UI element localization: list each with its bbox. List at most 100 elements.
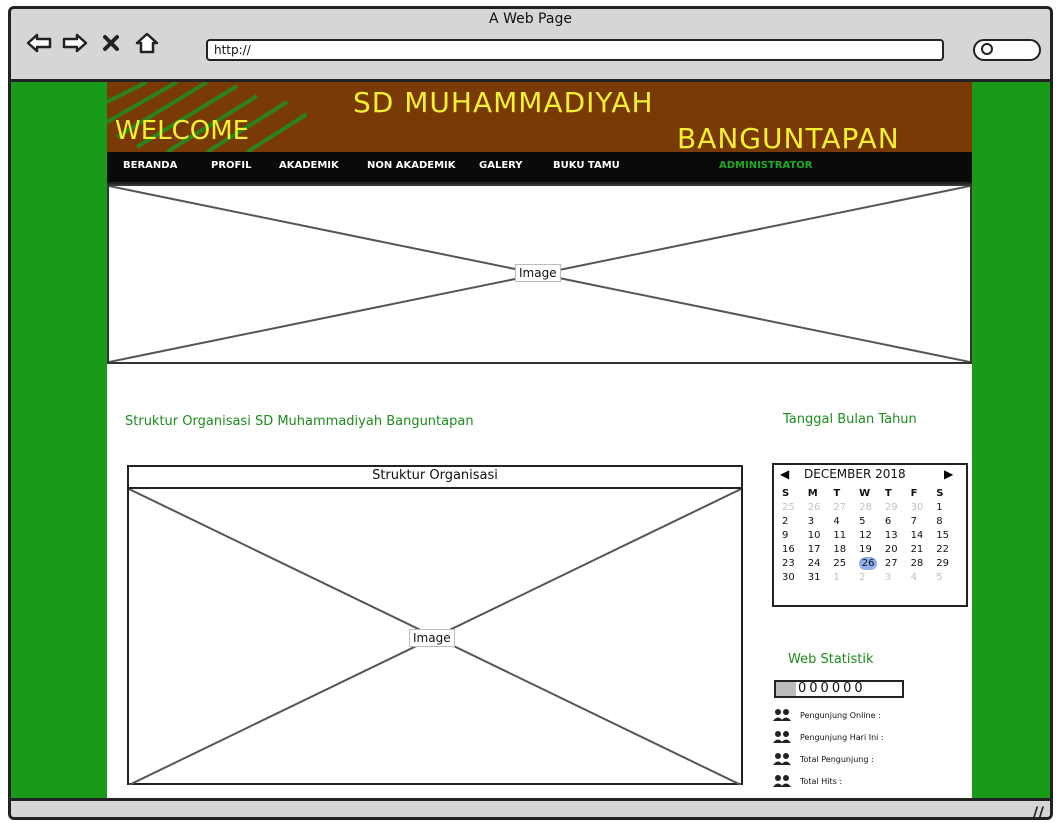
calendar-day[interactable]: 4 xyxy=(833,515,859,528)
calendar-day[interactable]: 29 xyxy=(936,557,962,570)
calendar-day[interactable]: 11 xyxy=(833,529,859,542)
page-viewport: SD MUHAMMADIYAH WELCOME BANGUNTAPAN BERA… xyxy=(11,82,1050,798)
resize-grip-icon[interactable]: // xyxy=(1032,803,1044,817)
people-icon xyxy=(772,774,792,788)
menu-akademik[interactable]: AKADEMIK xyxy=(279,160,339,171)
calendar-weekday: T xyxy=(833,488,841,499)
search-box[interactable] xyxy=(973,39,1041,61)
calendar-weekday: M xyxy=(807,488,818,499)
school-name-line1: SD MUHAMMADIYAH xyxy=(353,86,654,119)
calendar-day[interactable]: 26 xyxy=(808,501,834,514)
org-image-label: Image xyxy=(409,629,455,647)
calendar-header: ◀ DECEMBER 2018 ▶ xyxy=(774,465,966,485)
calendar-day[interactable]: 30 xyxy=(782,571,808,584)
calendar-day[interactable]: 13 xyxy=(885,529,911,542)
calendar-day[interactable]: 5 xyxy=(859,515,885,528)
menu-galery[interactable]: GALERY xyxy=(479,160,523,171)
window-title: A Web Page xyxy=(489,11,572,27)
calendar-day[interactable]: 30 xyxy=(911,501,937,514)
calendar-day[interactable]: 24 xyxy=(808,557,834,570)
calendar-day[interactable]: 17 xyxy=(808,543,834,556)
calendar-day[interactable]: 2 xyxy=(782,515,808,528)
people-icon xyxy=(772,730,792,744)
stat-total-visitors: Total Pengunjung : xyxy=(772,752,874,766)
stop-icon[interactable] xyxy=(97,29,125,57)
calendar-grid: S M T W T F S 25 26 27 28 29 30 1 2 3 4 5 6 7 8 9 10 11 12 13 14 15… xyxy=(782,487,962,584)
date-title: Tanggal Bulan Tahun xyxy=(783,412,917,427)
calendar-day[interactable]: 16 xyxy=(782,543,808,556)
calendar-day[interactable]: 3 xyxy=(808,515,834,528)
calendar-day[interactable]: 27 xyxy=(833,501,859,514)
banner-image-label: Image xyxy=(515,264,561,282)
stat-total-hits: Total Hits : xyxy=(772,774,842,788)
calendar-weekday: S xyxy=(782,488,790,499)
web-page: SD MUHAMMADIYAH WELCOME BANGUNTAPAN BERA… xyxy=(107,82,972,798)
calendar-day[interactable]: 12 xyxy=(859,529,885,542)
calendar-day[interactable]: 7 xyxy=(911,515,937,528)
home-icon[interactable] xyxy=(133,29,161,57)
stat-label: Total Hits : xyxy=(800,776,843,786)
main-menu: BERANDA PROFIL AKADEMIK NON AKADEMIK GAL… xyxy=(107,152,972,184)
calendar-day[interactable]: 1 xyxy=(833,571,859,584)
counter-digits: 000000 xyxy=(798,681,866,696)
welcome-text: WELCOME xyxy=(115,116,250,146)
calendar-day[interactable]: 6 xyxy=(885,515,911,528)
calendar-widget: ◀ DECEMBER 2018 ▶ S M T W T F S 25 26 27 28 29 30 1 2 3… xyxy=(772,463,968,607)
menu-administrator[interactable]: ADMINISTRATOR xyxy=(719,160,813,171)
calendar-day[interactable]: 1 xyxy=(936,501,962,514)
calendar-weekday: S xyxy=(936,488,944,499)
people-icon xyxy=(772,752,792,766)
calendar-day[interactable]: 27 xyxy=(885,557,911,570)
site-header: SD MUHAMMADIYAH WELCOME BANGUNTAPAN xyxy=(107,82,972,152)
calendar-day[interactable]: 22 xyxy=(936,543,962,556)
calendar-day[interactable]: 8 xyxy=(936,515,962,528)
calendar-day[interactable]: 25 xyxy=(782,501,808,514)
prev-month-icon[interactable]: ◀ xyxy=(780,467,789,481)
calendar-day[interactable]: 21 xyxy=(911,543,937,556)
calendar-weekday: T xyxy=(884,488,892,499)
calendar-day[interactable]: 10 xyxy=(808,529,834,542)
calendar-day[interactable]: 28 xyxy=(859,501,885,514)
search-icon xyxy=(981,43,993,55)
menu-buku-tamu[interactable]: BUKU TAMU xyxy=(553,160,620,171)
section-title: Struktur Organisasi SD Muhammadiyah Bang… xyxy=(125,414,474,429)
address-bar[interactable]: http:// xyxy=(206,39,944,61)
browser-window: A Web Page http:// SD MUHAMMADIYAH WELCO… xyxy=(8,6,1053,820)
calendar-day[interactable]: 31 xyxy=(808,571,834,584)
back-icon[interactable] xyxy=(25,29,53,57)
calendar-day[interactable]: 20 xyxy=(885,543,911,556)
calendar-day[interactable]: 2 xyxy=(859,571,885,584)
counter-gray-block xyxy=(776,682,796,696)
browser-toolbar: A Web Page http:// xyxy=(11,9,1050,82)
stat-online: Pengunjung Online : xyxy=(772,708,881,722)
status-bar: // xyxy=(11,798,1050,817)
calendar-day[interactable]: 19 xyxy=(859,543,885,556)
calendar-month-label: DECEMBER 2018 xyxy=(804,467,906,481)
stat-label: Pengunjung Online : xyxy=(800,710,881,720)
calendar-day[interactable]: 28 xyxy=(911,557,937,570)
calendar-day[interactable]: 26 xyxy=(859,557,878,570)
calendar-weekday: F xyxy=(910,488,918,499)
org-image-placeholder: Image xyxy=(129,489,741,785)
school-name-line2: BANGUNTAPAN xyxy=(677,122,900,152)
next-month-icon[interactable]: ▶ xyxy=(944,467,953,481)
menu-beranda[interactable]: BERANDA xyxy=(123,160,177,171)
org-chart-title: Struktur Organisasi xyxy=(129,467,741,489)
calendar-day[interactable]: 25 xyxy=(833,557,859,570)
calendar-day[interactable]: 4 xyxy=(911,571,937,584)
stat-today: Pengunjung Hari Ini : xyxy=(772,730,884,744)
menu-profil[interactable]: PROFIL xyxy=(211,160,251,171)
calendar-day[interactable]: 29 xyxy=(885,501,911,514)
calendar-day[interactable]: 14 xyxy=(911,529,937,542)
calendar-day[interactable]: 18 xyxy=(833,543,859,556)
menu-non-akademik[interactable]: NON AKADEMIK xyxy=(367,160,456,171)
calendar-day[interactable]: 23 xyxy=(782,557,808,570)
calendar-weekday: W xyxy=(859,488,871,499)
banner-image-placeholder: Image xyxy=(107,184,972,364)
calendar-day[interactable]: 9 xyxy=(782,529,808,542)
nav-controls xyxy=(25,29,161,57)
calendar-day[interactable]: 3 xyxy=(885,571,911,584)
calendar-day[interactable]: 15 xyxy=(936,529,962,542)
forward-icon[interactable] xyxy=(61,29,89,57)
calendar-day[interactable]: 5 xyxy=(936,571,962,584)
